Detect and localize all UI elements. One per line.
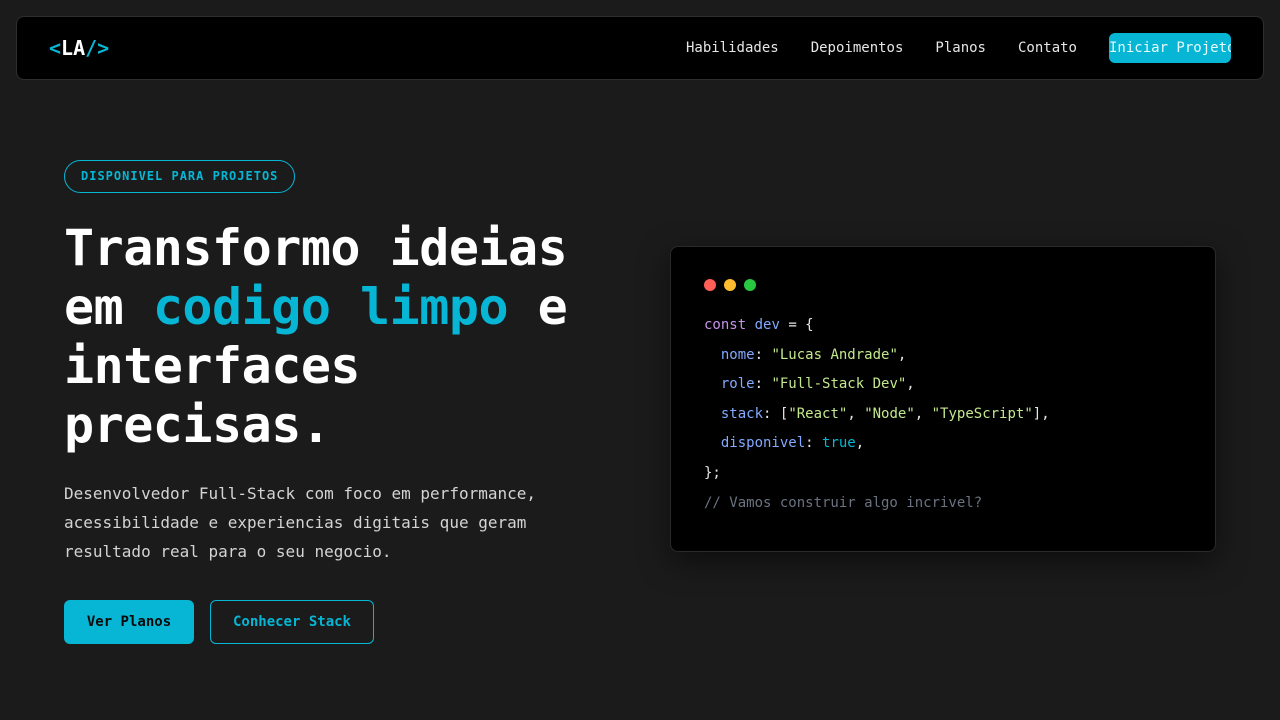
- code-available-value: true: [822, 435, 856, 452]
- code-keyword: const: [704, 317, 747, 333]
- code-line-nome: nome: "Lucas Andrade",: [720, 346, 907, 363]
- nav-link-planos[interactable]: Planos: [935, 40, 986, 56]
- code-var-name: dev: [754, 317, 780, 333]
- know-stack-button[interactable]: Conhecer Stack: [210, 600, 374, 644]
- logo-open-bracket: <: [49, 36, 62, 60]
- navbar: <LA/> Habilidades Depoimentos Planos Con…: [16, 16, 1264, 80]
- hero-headline: Transformo ideias em codigo limpo e inte…: [64, 219, 604, 455]
- code-stack-key: stack: [720, 405, 764, 422]
- hero-actions: Ver Planos Conhecer Stack: [64, 600, 604, 644]
- logo[interactable]: <LA/>: [49, 36, 109, 60]
- code-available-key: disponivel: [720, 435, 806, 452]
- close-dot-icon: [704, 279, 716, 291]
- headline-line-2-end: e: [508, 278, 568, 336]
- view-plans-button[interactable]: Ver Planos: [64, 600, 194, 644]
- code-comment: // Vamos construir algo incrivel?: [704, 494, 983, 511]
- headline-line-1: Transformo ideias: [64, 219, 568, 277]
- availability-badge: DISPONIVEL PARA PROJETOS: [64, 160, 296, 193]
- code-stack-item: "Node": [864, 405, 915, 422]
- code-prop-value: "Lucas Andrade": [771, 346, 898, 363]
- code-line-declaration: const dev = {: [704, 311, 1183, 341]
- hero-subtitle: Desenvolvedor Full-Stack com foco em per…: [64, 484, 537, 561]
- maximize-dot-icon: [744, 279, 756, 291]
- minimize-dot-icon: [724, 279, 736, 291]
- nav-links: Habilidades Depoimentos Planos Contato I…: [654, 33, 1231, 63]
- nav-link-depoimentos[interactable]: Depoimentos: [811, 40, 904, 56]
- logo-text: LA: [61, 36, 86, 60]
- logo-close-bracket: />: [85, 36, 110, 60]
- code-line-close: };: [704, 464, 721, 481]
- start-project-button[interactable]: Iniciar Projeto: [1109, 33, 1231, 63]
- window-dots: [704, 279, 1183, 292]
- nav-link-contato[interactable]: Contato: [1018, 40, 1077, 56]
- headline-line-3: interfaces: [64, 337, 361, 395]
- code-prop-key: role: [720, 376, 755, 393]
- code-prop-value: "Full-Stack Dev": [771, 376, 907, 393]
- code-card: const dev = { nome: "Lucas Andrade", rol…: [670, 246, 1216, 552]
- headline-accent: codigo limpo: [152, 278, 509, 336]
- code-line-disponivel: disponivel: true,: [720, 435, 865, 452]
- code-open-brace: = {: [779, 317, 814, 333]
- nav-link-habilidades[interactable]: Habilidades: [686, 40, 779, 56]
- code-line-stack: stack: ["React", "Node", "TypeScript"],: [720, 405, 1050, 422]
- headline-line-4: precisas.: [64, 396, 331, 454]
- code-stack-item: "React": [788, 405, 848, 422]
- headline-line-2-start: em: [64, 278, 153, 336]
- code-line-role: role: "Full-Stack Dev",: [720, 376, 915, 393]
- code-prop-key: nome: [720, 346, 755, 363]
- hero-section: DISPONIVEL PARA PROJETOS Transformo idei…: [64, 160, 604, 644]
- code-stack-item: "TypeScript": [931, 405, 1033, 422]
